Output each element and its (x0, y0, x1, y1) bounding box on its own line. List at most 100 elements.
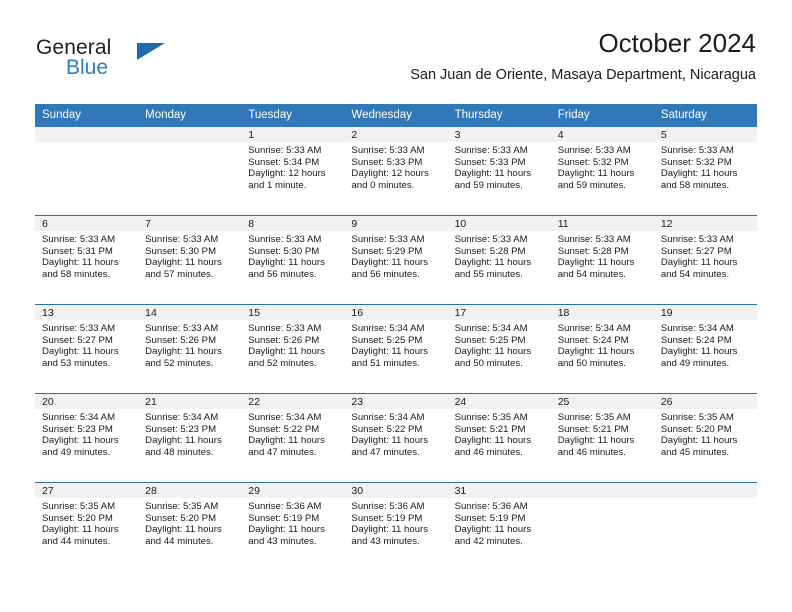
daylight-text-line1: Daylight: 11 hours (145, 435, 222, 447)
sunset-text: Sunset: 5:24 PM (557, 334, 629, 346)
daylight-text-line1: Daylight: 11 hours (454, 257, 532, 269)
daylight-text-line2: and 49 minutes. (660, 357, 730, 369)
sunrise-text: Sunrise: 5:33 AM (660, 145, 734, 156)
daylight-text-line1: Daylight: 11 hours (351, 435, 429, 447)
calendar-day-cell[interactable]: 22 Sunrise: 5:34 AM Sunset: 5:22 PM Dayligh… (241, 393, 345, 483)
calendar-day-cell[interactable]: 13 Sunrise: 5:33 AM Sunset: 5:27 PM Dayligh… (35, 304, 139, 394)
day-number: 16 (344, 305, 448, 320)
day-cell-inner (550, 483, 654, 571)
day-cell-inner: 2 Sunrise: 5:33 AM Sunset: 5:33 PM Daylight… (344, 127, 448, 215)
sunrise-text: Sunrise: 5:34 AM (557, 323, 631, 334)
daylight-text-line1: Daylight: 11 hours (660, 168, 738, 180)
day-number: 1 (241, 127, 345, 142)
sunrise-text: Sunrise: 5:35 AM (557, 412, 631, 423)
calendar-day-cell[interactable]: 23 Sunrise: 5:34 AM Sunset: 5:22 PM Dayligh… (344, 393, 448, 483)
daylight-text-line1: Daylight: 11 hours (42, 257, 119, 269)
calendar-day-cell[interactable]: 6 Sunrise: 5:33 AM Sunset: 5:31 PM Daylight… (35, 215, 139, 305)
day-details: Sunrise: 5:33 AM Sunset: 5:29 PM Daylight:… (344, 231, 447, 280)
calendar-day-cell[interactable]: 10 Sunrise: 5:33 AM Sunset: 5:28 PM Dayligh… (447, 215, 551, 305)
day-cell-inner: 21 Sunrise: 5:34 AM Sunset: 5:23 PM Dayligh… (138, 394, 242, 482)
daylight-text-line1: Daylight: 11 hours (248, 524, 325, 536)
daylight-text-line2: and 46 minutes. (557, 446, 626, 458)
calendar-day-cell[interactable]: 27 Sunrise: 5:35 AM Sunset: 5:20 PM Dayligh… (35, 482, 139, 571)
day-number: 15 (241, 305, 345, 320)
calendar-day-cell[interactable]: 29 Sunrise: 5:36 AM Sunset: 5:19 PM Dayligh… (241, 482, 345, 571)
calendar-day-cell[interactable]: 26 Sunrise: 5:35 AM Sunset: 5:20 PM Dayligh… (653, 393, 757, 483)
location-subtitle: San Juan de Oriente, Masaya Department, … (410, 67, 756, 83)
daylight-text-line2: and 44 minutes. (42, 535, 111, 547)
daylight-text-line1: Daylight: 11 hours (42, 524, 119, 536)
day-cell-inner: 19 Sunrise: 5:34 AM Sunset: 5:24 PM Dayligh… (653, 305, 757, 393)
day-cell-inner: 6 Sunrise: 5:33 AM Sunset: 5:31 PM Daylight… (35, 216, 139, 304)
calendar-day-cell[interactable]: 9 Sunrise: 5:33 AM Sunset: 5:29 PM Daylight… (344, 215, 448, 305)
sunrise-text: Sunrise: 5:33 AM (454, 234, 528, 245)
calendar-day-cell[interactable]: 2 Sunrise: 5:33 AM Sunset: 5:33 PM Daylight… (344, 127, 448, 216)
calendar-day-cell[interactable]: 16 Sunrise: 5:34 AM Sunset: 5:25 PM Dayligh… (344, 304, 448, 394)
daylight-text-line2: and 50 minutes. (454, 357, 523, 369)
calendar-day-cell[interactable]: 1 Sunrise: 5:33 AM Sunset: 5:34 PM Daylight… (241, 127, 345, 216)
calendar-day-cell[interactable]: 8 Sunrise: 5:33 AM Sunset: 5:30 PM Daylight… (241, 215, 345, 305)
calendar-day-cell[interactable]: 18 Sunrise: 5:34 AM Sunset: 5:24 PM Dayligh… (550, 304, 654, 394)
calendar-day-cell[interactable]: 17 Sunrise: 5:34 AM Sunset: 5:25 PM Dayligh… (447, 304, 551, 394)
sunrise-text: Sunrise: 5:35 AM (454, 412, 528, 423)
day-cell-inner: 29 Sunrise: 5:36 AM Sunset: 5:19 PM Dayligh… (241, 483, 345, 571)
brand-logo[interactable]: General Blue (36, 36, 266, 86)
calendar-day-cell[interactable]: 15 Sunrise: 5:33 AM Sunset: 5:26 PM Dayligh… (241, 304, 345, 394)
sunset-text: Sunset: 5:19 PM (351, 512, 423, 524)
day-number: 18 (550, 305, 654, 320)
day-number: 12 (653, 216, 757, 231)
day-details: Sunrise: 5:33 AM Sunset: 5:33 PM Daylight:… (344, 142, 447, 191)
day-number: 7 (138, 216, 242, 231)
day-number: 28 (138, 483, 242, 498)
calendar-empty-cell (138, 127, 242, 216)
sunset-text: Sunset: 5:20 PM (145, 512, 217, 524)
calendar-day-cell[interactable]: 14 Sunrise: 5:33 AM Sunset: 5:26 PM Dayligh… (138, 304, 242, 394)
calendar-day-cell[interactable]: 12 Sunrise: 5:33 AM Sunset: 5:27 PM Dayligh… (653, 215, 757, 305)
calendar-day-cell[interactable]: 25 Sunrise: 5:35 AM Sunset: 5:21 PM Dayligh… (550, 393, 654, 483)
calendar-table: Sunday Monday Tuesday Wednesday Thursday… (35, 104, 757, 571)
calendar-day-cell[interactable]: 4 Sunrise: 5:33 AM Sunset: 5:32 PM Daylight… (550, 127, 654, 216)
daylight-text-line2: and 52 minutes. (145, 357, 214, 369)
day-cell-inner: 3 Sunrise: 5:33 AM Sunset: 5:33 PM Daylight… (447, 127, 551, 215)
day-details: Sunrise: 5:34 AM Sunset: 5:22 PM Daylight:… (241, 409, 344, 458)
day-number: 4 (550, 127, 654, 142)
day-details: Sunrise: 5:34 AM Sunset: 5:25 PM Daylight:… (448, 320, 551, 369)
day-cell-inner: 31 Sunrise: 5:36 AM Sunset: 5:19 PM Dayligh… (447, 483, 551, 571)
day-cell-inner: 18 Sunrise: 5:34 AM Sunset: 5:24 PM Dayligh… (550, 305, 654, 393)
calendar-day-cell[interactable]: 20 Sunrise: 5:34 AM Sunset: 5:23 PM Dayligh… (35, 393, 139, 483)
day-cell-inner: 13 Sunrise: 5:33 AM Sunset: 5:27 PM Dayligh… (35, 305, 139, 393)
calendar-week-row: 13 Sunrise: 5:33 AM Sunset: 5:27 PM Dayligh… (35, 304, 757, 394)
day-cell-inner: 22 Sunrise: 5:34 AM Sunset: 5:22 PM Dayligh… (241, 394, 345, 482)
sunset-text: Sunset: 5:25 PM (351, 334, 423, 346)
calendar-day-cell[interactable]: 30 Sunrise: 5:36 AM Sunset: 5:19 PM Dayligh… (344, 482, 448, 571)
calendar-day-cell[interactable]: 11 Sunrise: 5:33 AM Sunset: 5:28 PM Dayligh… (550, 215, 654, 305)
sunset-text: Sunset: 5:19 PM (248, 512, 320, 524)
day-number: 25 (550, 394, 654, 409)
calendar-day-cell[interactable]: 31 Sunrise: 5:36 AM Sunset: 5:19 PM Dayligh… (447, 482, 551, 571)
sunrise-text: Sunrise: 5:33 AM (248, 145, 322, 156)
calendar-day-cell[interactable]: 21 Sunrise: 5:34 AM Sunset: 5:23 PM Dayligh… (138, 393, 242, 483)
sunrise-text: Sunrise: 5:34 AM (248, 412, 322, 423)
day-number: 11 (550, 216, 654, 231)
sunset-text: Sunset: 5:30 PM (248, 245, 320, 257)
calendar-day-cell[interactable]: 24 Sunrise: 5:35 AM Sunset: 5:21 PM Dayligh… (447, 393, 551, 483)
day-details: Sunrise: 5:36 AM Sunset: 5:19 PM Daylight:… (448, 498, 551, 547)
calendar-day-cell[interactable]: 3 Sunrise: 5:33 AM Sunset: 5:33 PM Daylight… (447, 127, 551, 216)
day-cell-inner: 30 Sunrise: 5:36 AM Sunset: 5:19 PM Dayligh… (344, 483, 448, 571)
sunset-text: Sunset: 5:32 PM (557, 156, 629, 168)
calendar-day-cell[interactable]: 7 Sunrise: 5:33 AM Sunset: 5:30 PM Daylight… (138, 215, 242, 305)
calendar-day-cell[interactable]: 19 Sunrise: 5:34 AM Sunset: 5:24 PM Dayligh… (653, 304, 757, 394)
daylight-text-line2: and 1 minute. (248, 179, 307, 191)
calendar-day-cell[interactable]: 5 Sunrise: 5:33 AM Sunset: 5:32 PM Daylight… (653, 127, 757, 216)
calendar-week-row: 20 Sunrise: 5:34 AM Sunset: 5:23 PM Dayligh… (35, 393, 757, 483)
sunset-text: Sunset: 5:29 PM (351, 245, 423, 257)
daylight-text-line2: and 56 minutes. (351, 268, 420, 280)
sunrise-text: Sunrise: 5:33 AM (351, 145, 425, 156)
page-header: General Blue October 2024 San Juan de Or… (0, 0, 792, 100)
sunset-text: Sunset: 5:28 PM (557, 245, 629, 257)
daylight-text-line2: and 0 minutes. (351, 179, 415, 191)
sunset-text: Sunset: 5:34 PM (248, 156, 320, 168)
calendar-day-cell[interactable]: 28 Sunrise: 5:35 AM Sunset: 5:20 PM Dayligh… (138, 482, 242, 571)
daylight-text-line1: Daylight: 11 hours (557, 435, 635, 447)
sunset-text: Sunset: 5:22 PM (248, 423, 320, 435)
